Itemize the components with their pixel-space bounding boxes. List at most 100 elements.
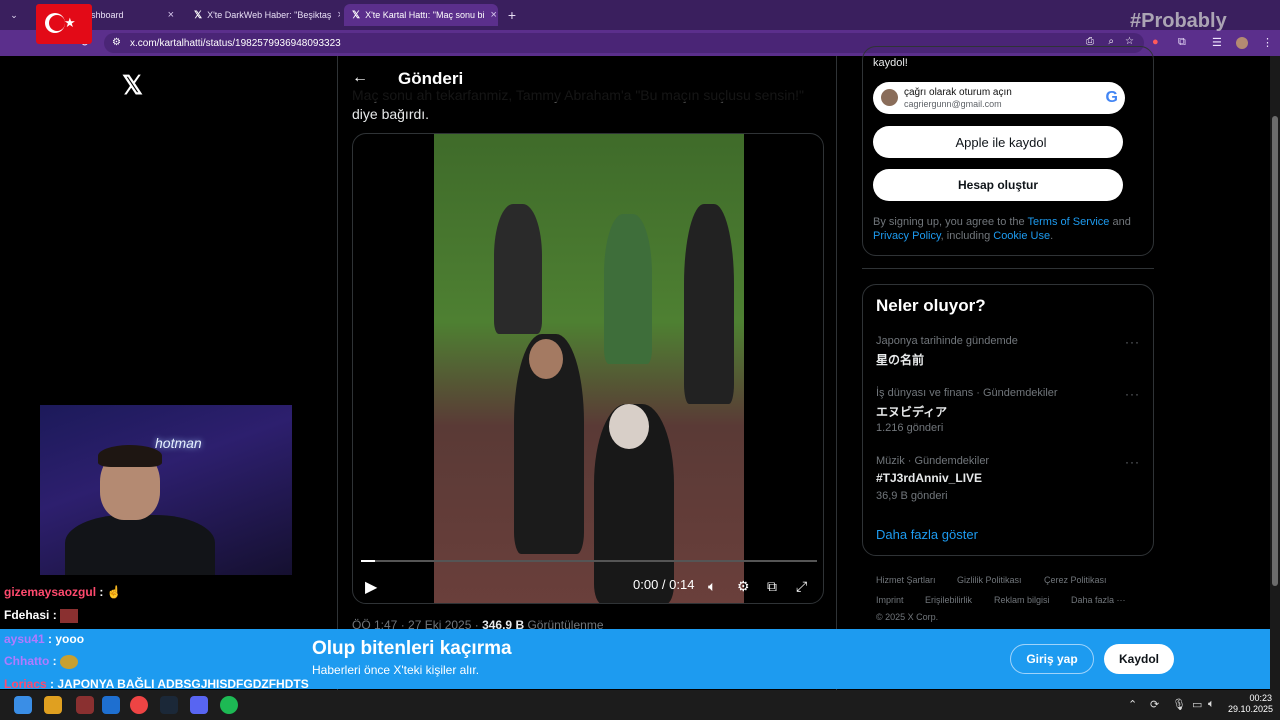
video-progress-fill bbox=[361, 560, 375, 562]
chat-message: gizemaysaozgul : ☝ bbox=[4, 585, 122, 599]
footer-link[interactable]: Daha fazla ··· bbox=[1071, 595, 1126, 605]
tab-label: X'te DarkWeb Haber: "Beşiktaş bbox=[207, 10, 332, 20]
volume-tray-icon[interactable]: 🔈︎ bbox=[1208, 698, 1215, 711]
play-icon[interactable]: ▶ bbox=[365, 577, 377, 597]
profile-avatar[interactable] bbox=[1236, 37, 1248, 49]
tab-close-icon[interactable]: × bbox=[162, 9, 174, 21]
tab-close-icon[interactable]: × bbox=[485, 9, 497, 21]
network-icon[interactable]: ▭ bbox=[1192, 698, 1202, 711]
apple-signup-label: Apple ile kaydol bbox=[955, 134, 1047, 150]
footer-link[interactable]: Imprint bbox=[876, 595, 904, 605]
streamer-hair bbox=[98, 445, 162, 467]
trend-name[interactable]: エヌビディア bbox=[876, 403, 947, 420]
trends-title: Neler oluyor? bbox=[876, 296, 986, 315]
x-logo-icon: 𝕏 bbox=[352, 9, 361, 21]
chat-sep: : bbox=[44, 632, 56, 646]
signup-button[interactable]: Kaydol bbox=[1104, 644, 1174, 674]
volume-icon[interactable]: 🔈︎ bbox=[708, 578, 716, 595]
outlook-icon[interactable] bbox=[102, 696, 120, 714]
video-frame bbox=[434, 134, 744, 603]
file-explorer-icon[interactable] bbox=[44, 696, 62, 714]
sync-icon[interactable]: ⟳ bbox=[1150, 698, 1159, 711]
app-icon[interactable] bbox=[76, 696, 94, 714]
url-text: x.com/kartalhatti/status/198257993694809… bbox=[130, 37, 341, 49]
tab-close-icon[interactable]: × bbox=[331, 9, 340, 21]
page-title: Gönderi bbox=[398, 69, 464, 88]
extension-icon[interactable]: ● bbox=[1152, 36, 1159, 48]
back-arrow-icon[interactable]: ← bbox=[352, 69, 368, 87]
tab-darkweb[interactable]: 𝕏 X'te DarkWeb Haber: "Beşiktaş × bbox=[186, 4, 340, 26]
footer-link[interactable]: Gizlilik Politikası bbox=[957, 575, 1022, 585]
extensions-puzzle-icon[interactable]: ⧉ bbox=[1178, 36, 1186, 49]
video-progress-track[interactable] bbox=[361, 560, 817, 562]
chat-text: yooo bbox=[55, 632, 85, 646]
chat-user: Chhatto bbox=[4, 654, 50, 668]
scrollbar-thumb[interactable] bbox=[1272, 116, 1278, 586]
chat-message: Chhatto : bbox=[4, 654, 78, 669]
turkish-flag-overlay: ★ bbox=[36, 4, 92, 44]
apple-signup-button[interactable]: Apple ile kaydol bbox=[873, 126, 1123, 158]
google-signin-button[interactable]: çağrı olarak oturum açın cagriergunn@gma… bbox=[873, 82, 1125, 114]
chat-user: gizemaysaozgul bbox=[4, 585, 97, 599]
trend-count: 1.216 gönderi bbox=[876, 422, 944, 434]
discord-icon[interactable] bbox=[190, 696, 208, 714]
chrome-icon[interactable] bbox=[130, 696, 148, 714]
copyright: © 2025 X Corp. bbox=[876, 612, 939, 622]
create-account-button[interactable]: Hesap oluştur bbox=[873, 169, 1123, 201]
chat-message: Loriacs : JAPONYA BAĞLI ADBSGJHISDFGDZFH… bbox=[4, 677, 309, 691]
chat-sep: : bbox=[46, 677, 58, 691]
signup-heading: kaydol! bbox=[873, 57, 908, 69]
site-info-icon[interactable]: ⚙ bbox=[112, 37, 121, 48]
tab-label: X'te Kartal Hattı: "Maç sonu bi bbox=[365, 10, 485, 20]
show-more-link[interactable]: Daha fazla göster bbox=[876, 527, 978, 542]
streamer-body bbox=[65, 515, 215, 575]
new-tab-button[interactable]: + bbox=[502, 4, 522, 26]
terms-including: , including bbox=[940, 230, 994, 242]
google-logo-icon: G bbox=[1105, 89, 1118, 106]
more-options-icon[interactable]: ··· bbox=[1125, 455, 1140, 469]
trend-category: İş dünyası ve finans · Gündemdekiler bbox=[876, 387, 1058, 399]
login-button[interactable]: Giriş yap bbox=[1010, 644, 1094, 674]
trend-category: Müzik · Gündemdekiler bbox=[876, 455, 990, 467]
reading-list-icon[interactable]: ☰ bbox=[1212, 36, 1222, 49]
trend-count: 36,9 B gönderi bbox=[876, 490, 948, 502]
privacy-policy-link[interactable]: Privacy Policy bbox=[873, 230, 941, 242]
pip-icon[interactable]: ⧉ bbox=[767, 578, 777, 595]
clock-time: 00:23 bbox=[1249, 693, 1272, 703]
x-home-logo[interactable]: 𝕏 bbox=[122, 70, 143, 101]
system-clock[interactable]: 00:23 29.10.2025 bbox=[1228, 693, 1273, 715]
mic-icon[interactable]: 🎙︎ bbox=[1172, 698, 1186, 711]
chat-sep: : bbox=[49, 608, 61, 622]
trend-name[interactable]: #TJ3rdAnniv_LIVE bbox=[876, 471, 982, 485]
fullscreen-icon[interactable]: ⤢ bbox=[796, 578, 807, 595]
terms-end: . bbox=[1050, 230, 1054, 242]
trend-category: Japonya tarihinde gündemde bbox=[876, 335, 1018, 347]
cookie-use-link[interactable]: Cookie Use bbox=[993, 230, 1050, 242]
more-options-icon[interactable]: ··· bbox=[1125, 387, 1140, 401]
footer-link[interactable]: Erişilebilirlik bbox=[925, 595, 972, 605]
video-player[interactable]: ▶ 0:00 / 0:14 🔈︎ ⚙ ⧉ ⤢ bbox=[352, 133, 824, 604]
tray-chevron-icon[interactable]: ⌃ bbox=[1128, 698, 1137, 711]
banner-subtitle: Haberleri önce X'teki kişiler alır. bbox=[312, 663, 480, 677]
chat-sep: : bbox=[49, 654, 60, 668]
footer-link[interactable]: Çerez Politikası bbox=[1044, 575, 1107, 585]
browser-menu-icon[interactable]: ⋮ bbox=[1262, 36, 1273, 49]
settings-gear-icon[interactable]: ⚙ bbox=[737, 578, 750, 595]
terms-of-service-link[interactable]: Terms of Service bbox=[1028, 216, 1110, 228]
trend-name[interactable]: 星の名前 bbox=[876, 351, 924, 368]
more-options-icon[interactable]: ··· bbox=[1125, 335, 1140, 349]
chat-sep: : bbox=[96, 585, 107, 599]
browser-tab-bar: ⌄ ck Dashboard × 𝕏 X'te DarkWeb Haber: "… bbox=[0, 0, 1280, 30]
terms-text: By signing up, you agree to the Terms of… bbox=[873, 215, 1143, 243]
start-icon[interactable] bbox=[14, 696, 32, 714]
steam-icon[interactable] bbox=[160, 696, 178, 714]
google-avatar bbox=[881, 89, 898, 106]
tab-kartal-hatti[interactable]: 𝕏 X'te Kartal Hattı: "Maç sonu bi × bbox=[344, 4, 498, 26]
streamer-webcam: hotman bbox=[40, 405, 292, 575]
signup-card: kaydol! çağrı olarak oturum açın cagrier… bbox=[862, 46, 1154, 256]
chat-emote bbox=[60, 654, 78, 669]
footer-link[interactable]: Hizmet Şartları bbox=[876, 575, 936, 585]
tab-search-button[interactable]: ⌄ bbox=[4, 4, 24, 26]
footer-link[interactable]: Reklam bilgisi bbox=[994, 595, 1050, 605]
spotify-icon[interactable] bbox=[220, 696, 238, 714]
